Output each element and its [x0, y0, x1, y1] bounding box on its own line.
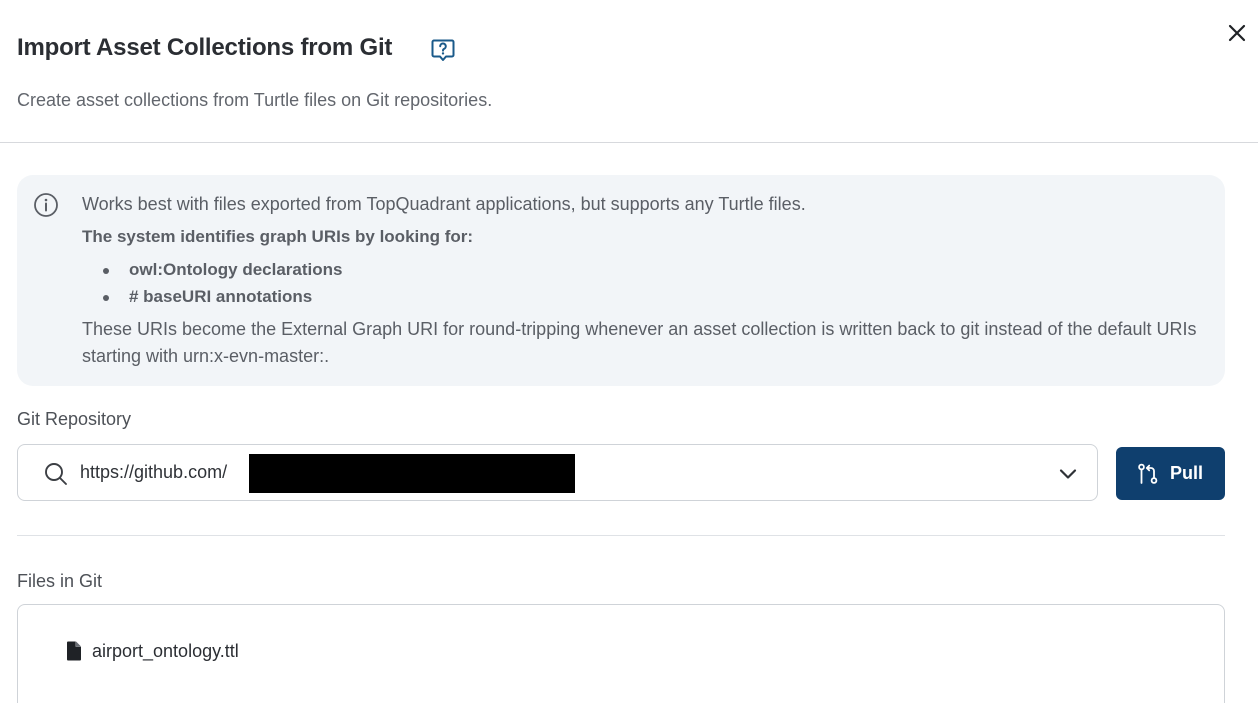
- dialog-header: Import Asset Collections from Git Create…: [0, 0, 1258, 143]
- git-pull-request-icon: [1138, 463, 1158, 484]
- redacted-block: [249, 454, 575, 493]
- file-name: airport_ontology.ttl: [92, 641, 239, 661]
- git-repository-value[interactable]: https://github.com/: [80, 462, 227, 483]
- help-chat-icon[interactable]: [430, 37, 456, 63]
- info-callout: Works best with files exported from TopQ…: [17, 175, 1225, 386]
- info-heading: The system identifies graph URIs by look…: [82, 227, 474, 246]
- list-item: # baseURI annotations: [82, 284, 342, 311]
- search-icon: [45, 463, 67, 485]
- import-dialog: Import Asset Collections from Git Create…: [0, 0, 1258, 703]
- file-icon: [67, 641, 81, 661]
- info-paragraph: These URIs become the External Graph URI…: [82, 319, 1197, 366]
- git-repository-combobox[interactable]: https://github.com/: [17, 444, 1098, 501]
- pull-button[interactable]: Pull: [1116, 447, 1225, 500]
- info-list: owl:Ontology declarations # baseURI anno…: [82, 257, 342, 311]
- pull-button-label: Pull: [1170, 463, 1204, 483]
- section-divider: [17, 535, 1225, 536]
- dialog-title: Import Asset Collections from Git: [17, 34, 393, 61]
- dialog-subtitle: Create asset collections from Turtle fil…: [17, 90, 493, 110]
- close-icon[interactable]: [1224, 20, 1250, 46]
- chevron-down-icon[interactable]: [1056, 462, 1080, 486]
- files-list: airport_ontology.ttl: [17, 604, 1225, 703]
- info-text: Works best with files exported from TopQ…: [82, 194, 806, 214]
- info-icon: [34, 193, 58, 217]
- git-repository-label: Git Repository: [17, 409, 132, 429]
- list-item: owl:Ontology declarations: [82, 257, 342, 284]
- files-in-git-label: Files in Git: [17, 571, 103, 591]
